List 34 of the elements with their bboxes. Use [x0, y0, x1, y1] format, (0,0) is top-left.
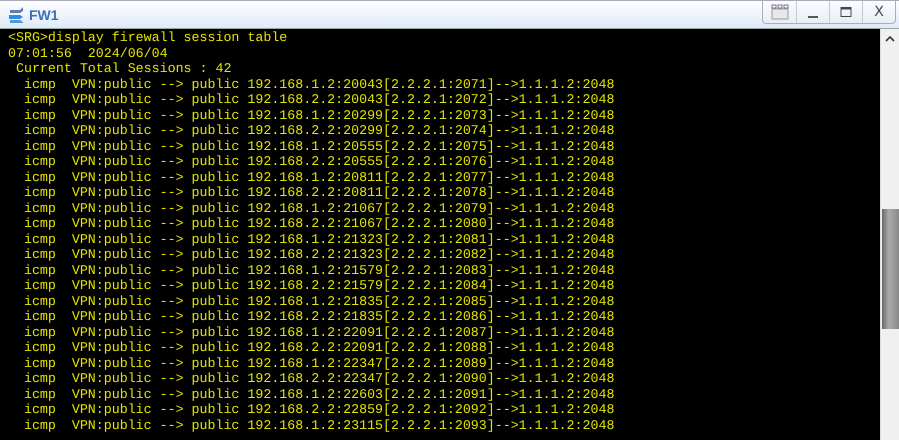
minimize-icon [808, 16, 818, 18]
terminal-line: icmp VPN:public --> public 192.168.1.2:20555[2.2.2.1:2075]-->1.1.1.2:2048 [22, 138, 614, 154]
terminal-line: icmp VPN:public --> public 192.168.1.2:21835[2.2.2.1:2085]-->1.1.1.2:2048 [22, 294, 614, 309]
terminal-line: icmp VPN:public --> public 192.168.1.2:20299[2.2.2.1:2073]-->1.1.1.2:2048 [22, 108, 614, 123]
terminal-line: icmp VPN:public --> public 192.168.1.2:20811[2.2.2.1:2077]-->1.1.1.2:2048 [22, 170, 614, 185]
terminal-line: icmp VPN:public --> public 192.168.2.2:22859[2.2.2.1:2092]-->1.1.1.2:2048 [22, 402, 614, 418]
window-title: FW1 [29, 6, 59, 22]
terminal-line: icmp VPN:public --> public 192.168.2.2:21067[2.2.2.1:2080]-->1.1.1.2:2048 [22, 216, 614, 232]
scroll-up-icon[interactable] [885, 35, 895, 43]
terminal-line: icmp VPN:public --> public 192.168.2.2:20811[2.2.2.1:2078]-->1.1.1.2:2048 [22, 185, 614, 200]
terminal-line: icmp VPN:public --> public 192.168.2.2:22091[2.2.2.1:2088]-->1.1.1.2:2048 [22, 340, 614, 356]
terminal-line: icmp VPN:public --> public 192.168.2.2:21835[2.2.2.1:2086]-->1.1.1.2:2048 [22, 309, 614, 324]
app-icon [7, 6, 25, 24]
terminal-line: icmp VPN:public --> public 192.168.2.2:21579[2.2.2.1:2084]-->1.1.1.2:2048 [22, 278, 614, 294]
terminal-line: icmp VPN:public --> public 192.168.2.2:22347[2.2.2.1:2090]-->1.1.1.2:2048 [22, 371, 614, 386]
scrollbar[interactable] [880, 29, 899, 440]
terminal-line: icmp VPN:public --> public 192.168.1.2:20043[2.2.2.1:2071]-->1.1.1.2:2048 [22, 76, 614, 92]
terminal-line: icmp VPN:public --> public 192.168.2.2:20043[2.2.2.1:2072]-->1.1.1.2:2048 [22, 92, 614, 108]
terminal-line: icmp VPN:public --> public 192.168.1.2:23115[2.2.2.1:2093]-->1.1.1.2:2048 [22, 418, 614, 433]
terminal-line: icmp VPN:public --> public 192.168.1.2:21579[2.2.2.1:2083]-->1.1.1.2:2048 [22, 262, 614, 278]
maximize-icon [840, 6, 852, 18]
terminal-line: icmp VPN:public --> public 192.168.1.2:22603[2.2.2.1:2091]-->1.1.1.2:2048 [22, 386, 614, 402]
terminal-line: <SRG>display firewall session table [8, 30, 288, 46]
terminal-line: 07:01:56 2024/06/04 [8, 46, 168, 61]
terminal-line: icmp VPN:public --> public 192.168.2.2:20555[2.2.2.1:2076]-->1.1.1.2:2048 [22, 154, 614, 170]
scroll-thumb[interactable] [882, 209, 898, 329]
terminal-line: icmp VPN:public --> public 192.168.2.2:20299[2.2.2.1:2074]-->1.1.1.2:2048 [22, 123, 614, 138]
terminal-line: Current Total Sessions : 42 [14, 61, 232, 76]
terminal-line: icmp VPN:public --> public 192.168.1.2:22347[2.2.2.1:2089]-->1.1.1.2:2048 [22, 356, 614, 371]
terminal-line: icmp VPN:public --> public 192.168.1.2:21067[2.2.2.1:2079]-->1.1.1.2:2048 [22, 200, 614, 216]
terminal-line: icmp VPN:public --> public 192.168.1.2:22091[2.2.2.1:2087]-->1.1.1.2:2048 [22, 324, 614, 340]
terminal-line: icmp VPN:public --> public 192.168.1.2:21323[2.2.2.1:2081]-->1.1.1.2:2048 [22, 232, 614, 247]
window-layout-icon [770, 4, 788, 20]
terminal-line: icmp VPN:public --> public 192.168.2.2:21323[2.2.2.1:2082]-->1.1.1.2:2048 [22, 247, 614, 262]
